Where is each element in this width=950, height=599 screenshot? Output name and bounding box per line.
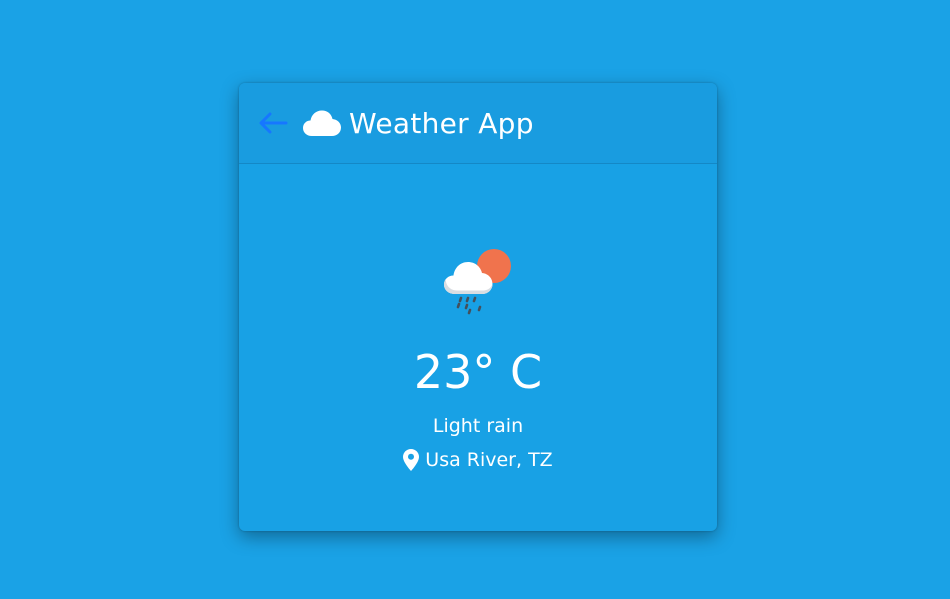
weather-card: Weather App 23° C Light rain Usa River, … bbox=[239, 83, 717, 531]
back-button[interactable] bbox=[257, 107, 289, 139]
rain-cloud-sun-icon bbox=[444, 249, 511, 315]
map-pin-icon bbox=[403, 449, 420, 471]
cloud-icon bbox=[303, 109, 341, 137]
temperature: 23° C bbox=[413, 345, 543, 399]
app-header: Weather App bbox=[239, 83, 717, 164]
location-text: Usa River, TZ bbox=[425, 449, 553, 471]
weather-description: Light rain bbox=[432, 415, 524, 437]
app-title: Weather App bbox=[349, 106, 534, 140]
location: Usa River, TZ bbox=[239, 449, 717, 471]
arrow-left-icon bbox=[259, 112, 288, 134]
